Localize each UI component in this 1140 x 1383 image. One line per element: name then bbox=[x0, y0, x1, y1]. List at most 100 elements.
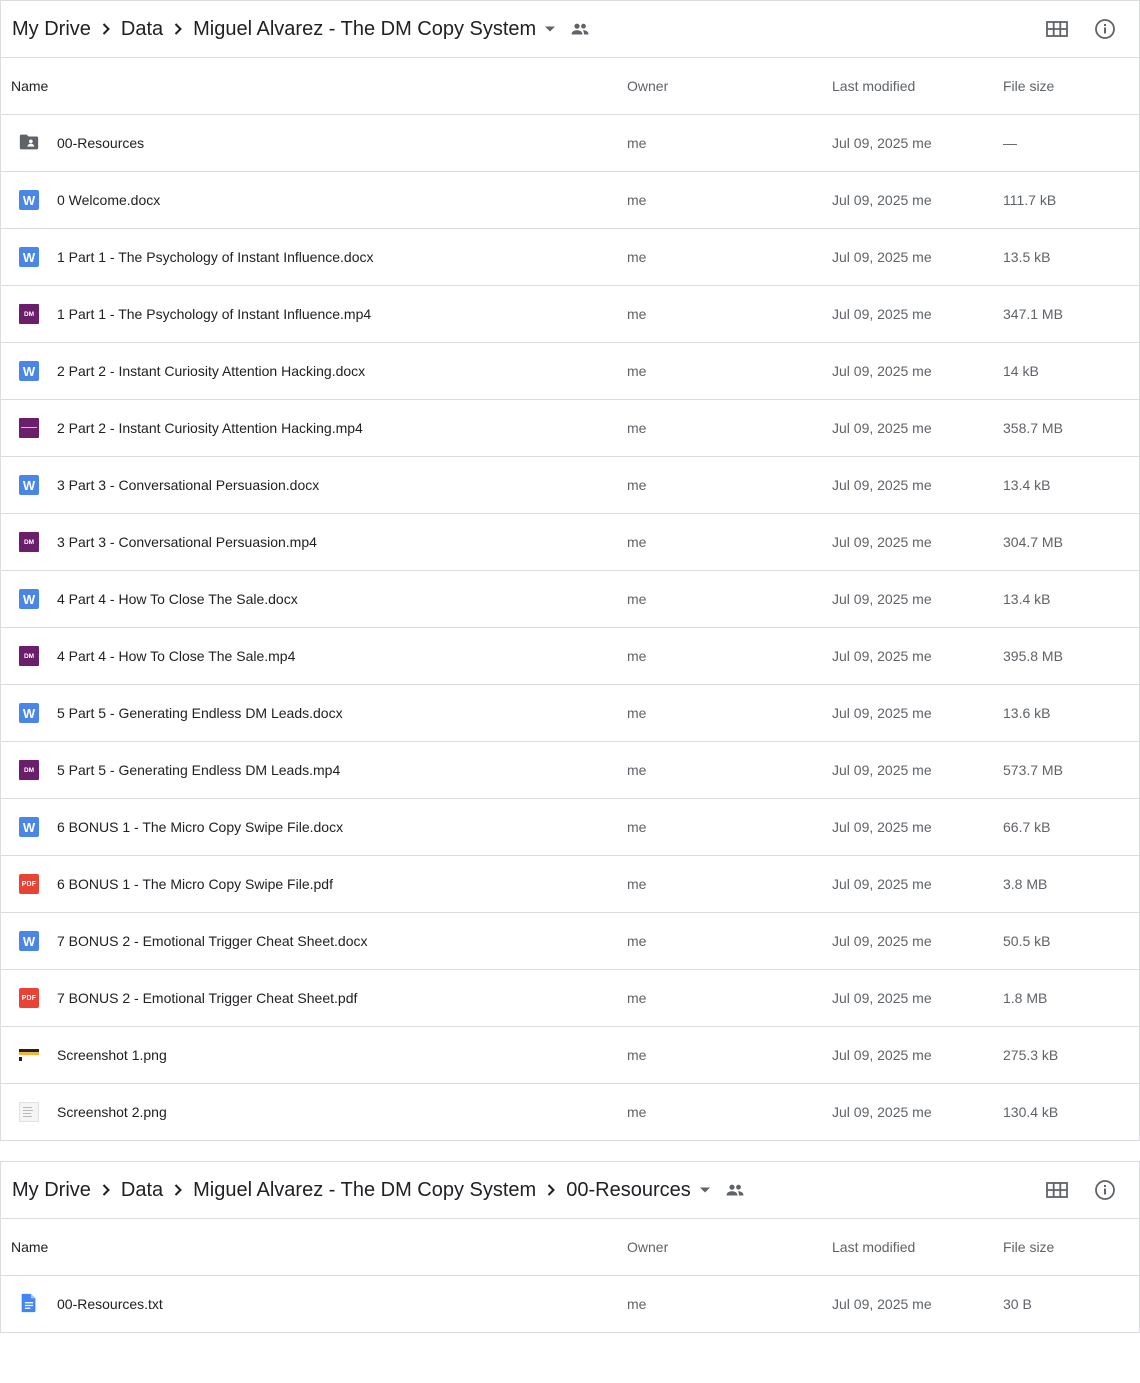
grid-view-icon[interactable] bbox=[1045, 17, 1069, 41]
video-thumbnail-icon: DM bbox=[19, 760, 39, 780]
info-icon[interactable] bbox=[1093, 1178, 1117, 1202]
file-size: 13.4 kB bbox=[1003, 591, 1051, 607]
table-row[interactable]: DM 3 Part 3 - Conversational Persuasion.m… bbox=[1, 514, 1139, 571]
file-size: 66.7 kB bbox=[1003, 819, 1051, 835]
file-name[interactable]: 2 Part 2 - Instant Curiosity Attention H… bbox=[57, 363, 365, 379]
file-name[interactable]: 00-Resources bbox=[57, 135, 144, 151]
video-thumbnail-plain-icon bbox=[19, 418, 39, 438]
table-row[interactable]: PDF 7 BONUS 2 - Emotional Trigger Cheat S… bbox=[1, 970, 1139, 1027]
word-doc-icon: W bbox=[19, 931, 39, 951]
table-row[interactable]: PDF 6 BONUS 1 - The Micro Copy Swipe File… bbox=[1, 856, 1139, 913]
table-row[interactable]: DM 5 Part 5 - Generating Endless DM Leads… bbox=[1, 742, 1139, 799]
file-owner: me bbox=[627, 363, 647, 379]
file-last-modified: Jul 09, 2025 me bbox=[832, 933, 932, 949]
file-size: 13.4 kB bbox=[1003, 477, 1051, 493]
breadcrumb-my-drive[interactable]: My Drive bbox=[12, 1179, 91, 1202]
file-name[interactable]: 3 Part 3 - Conversational Persuasion.doc… bbox=[57, 477, 319, 493]
table-row[interactable]: Screenshot 1.png me Jul 09, 2025 me 275.3 k… bbox=[1, 1027, 1139, 1084]
file-owner: me bbox=[627, 477, 647, 493]
table-row[interactable]: W 3 Part 3 - Conversational Persuasion.do… bbox=[1, 457, 1139, 514]
breadcrumb-data[interactable]: Data bbox=[121, 18, 163, 41]
breadcrumb-course-folder[interactable]: Miguel Alvarez - The DM Copy System bbox=[193, 1179, 536, 1202]
file-name[interactable]: 0 Welcome.docx bbox=[57, 192, 160, 208]
table-row[interactable]: DM 4 Part 4 - How To Close The Sale.mp4 me… bbox=[1, 628, 1139, 685]
file-name[interactable]: 5 Part 5 - Generating Endless DM Leads.d… bbox=[57, 705, 343, 721]
file-list-panel: My Drive Data Miguel Alvarez - The DM Co… bbox=[0, 0, 1140, 1141]
column-header-file-size[interactable]: File size bbox=[1003, 1239, 1054, 1255]
file-list: 00-Resources.txt me Jul 09, 2025 me 30 B bbox=[1, 1276, 1139, 1332]
file-owner: me bbox=[627, 933, 647, 949]
table-row[interactable]: W 6 BONUS 1 - The Micro Copy Swipe File.d… bbox=[1, 799, 1139, 856]
column-header-owner[interactable]: Owner bbox=[627, 1239, 668, 1255]
file-last-modified: Jul 09, 2025 me bbox=[832, 762, 932, 778]
file-size: 347.1 MB bbox=[1003, 306, 1063, 322]
breadcrumb-data[interactable]: Data bbox=[121, 1179, 163, 1202]
file-name[interactable]: 3 Part 3 - Conversational Persuasion.mp4 bbox=[57, 534, 317, 550]
file-last-modified: Jul 09, 2025 me bbox=[832, 705, 932, 721]
file-name[interactable]: 4 Part 4 - How To Close The Sale.docx bbox=[57, 591, 298, 607]
table-row[interactable]: W 7 BONUS 2 - Emotional Trigger Cheat She… bbox=[1, 913, 1139, 970]
chevron-right-icon bbox=[539, 1178, 563, 1202]
word-doc-icon: W bbox=[19, 361, 39, 381]
word-doc-icon: W bbox=[19, 589, 39, 609]
file-name[interactable]: 7 BONUS 2 - Emotional Trigger Cheat Shee… bbox=[57, 933, 367, 949]
table-row[interactable]: W 0 Welcome.docx me Jul 09, 2025 me 111.7 kB bbox=[1, 172, 1139, 229]
shared-people-icon bbox=[723, 1178, 747, 1202]
file-name[interactable]: 1 Part 1 - The Psychology of Instant Inf… bbox=[57, 306, 371, 322]
table-row[interactable]: Screenshot 2.png me Jul 09, 2025 me 130.4 k… bbox=[1, 1084, 1139, 1140]
file-name[interactable]: 00-Resources.txt bbox=[57, 1296, 163, 1312]
chevron-right-icon bbox=[94, 17, 118, 41]
file-size: 50.5 kB bbox=[1003, 933, 1051, 949]
table-row[interactable]: 00-Resources.txt me Jul 09, 2025 me 30 B bbox=[1, 1276, 1139, 1332]
breadcrumb-current-folder[interactable]: 00-Resources bbox=[566, 1179, 691, 1202]
shared-folder-icon bbox=[19, 133, 39, 153]
column-header-file-size[interactable]: File size bbox=[1003, 78, 1054, 94]
word-doc-icon: W bbox=[19, 247, 39, 267]
file-name[interactable]: Screenshot 1.png bbox=[57, 1047, 167, 1063]
file-size: 13.6 kB bbox=[1003, 705, 1051, 721]
file-last-modified: Jul 09, 2025 me bbox=[832, 306, 932, 322]
dropdown-arrow-icon[interactable] bbox=[540, 19, 560, 39]
file-last-modified: Jul 09, 2025 me bbox=[832, 363, 932, 379]
file-owner: me bbox=[627, 819, 647, 835]
column-header-name[interactable]: Name bbox=[11, 78, 48, 94]
grid-view-icon[interactable] bbox=[1045, 1178, 1069, 1202]
file-name[interactable]: 7 BONUS 2 - Emotional Trigger Cheat Shee… bbox=[57, 990, 357, 1006]
file-name[interactable]: 2 Part 2 - Instant Curiosity Attention H… bbox=[57, 420, 363, 436]
video-thumbnail-icon: DM bbox=[19, 304, 39, 324]
table-row[interactable]: 00-Resources me Jul 09, 2025 me — bbox=[1, 115, 1139, 172]
breadcrumb-current-folder[interactable]: Miguel Alvarez - The DM Copy System bbox=[193, 18, 536, 41]
table-row[interactable]: 2 Part 2 - Instant Curiosity Attention H… bbox=[1, 400, 1139, 457]
table-row[interactable]: W 2 Part 2 - Instant Curiosity Attention … bbox=[1, 343, 1139, 400]
file-size: 111.7 kB bbox=[1003, 192, 1057, 208]
video-thumbnail-icon: DM bbox=[19, 646, 39, 666]
image-thumbnail-dark-icon bbox=[19, 1045, 39, 1065]
file-last-modified: Jul 09, 2025 me bbox=[832, 249, 932, 265]
file-owner: me bbox=[627, 1296, 647, 1312]
file-name[interactable]: 6 BONUS 1 - The Micro Copy Swipe File.pd… bbox=[57, 876, 333, 892]
text-doc-icon bbox=[19, 1293, 39, 1314]
info-icon[interactable] bbox=[1093, 17, 1117, 41]
file-name[interactable]: 5 Part 5 - Generating Endless DM Leads.m… bbox=[57, 762, 340, 778]
table-row[interactable]: W 5 Part 5 - Generating Endless DM Leads.… bbox=[1, 685, 1139, 742]
file-owner: me bbox=[627, 135, 647, 151]
file-size: 573.7 MB bbox=[1003, 762, 1063, 778]
column-header-last-modified[interactable]: Last modified bbox=[832, 1239, 915, 1255]
file-name[interactable]: Screenshot 2.png bbox=[57, 1104, 167, 1120]
file-name[interactable]: 4 Part 4 - How To Close The Sale.mp4 bbox=[57, 648, 295, 664]
table-row[interactable]: DM 1 Part 1 - The Psychology of Instant I… bbox=[1, 286, 1139, 343]
dropdown-arrow-icon[interactable] bbox=[695, 1180, 715, 1200]
table-row[interactable]: W 1 Part 1 - The Psychology of Instant In… bbox=[1, 229, 1139, 286]
column-header-name[interactable]: Name bbox=[11, 1239, 48, 1255]
word-doc-icon: W bbox=[19, 703, 39, 723]
breadcrumb-my-drive[interactable]: My Drive bbox=[12, 18, 91, 41]
column-header-last-modified[interactable]: Last modified bbox=[832, 78, 915, 94]
table-row[interactable]: W 4 Part 4 - How To Close The Sale.docx me… bbox=[1, 571, 1139, 628]
word-doc-icon: W bbox=[19, 817, 39, 837]
column-header-owner[interactable]: Owner bbox=[627, 78, 668, 94]
file-name[interactable]: 1 Part 1 - The Psychology of Instant Inf… bbox=[57, 249, 373, 265]
file-name[interactable]: 6 BONUS 1 - The Micro Copy Swipe File.do… bbox=[57, 819, 343, 835]
file-size: 1.8 MB bbox=[1003, 990, 1048, 1006]
file-size: 275.3 kB bbox=[1003, 1047, 1059, 1063]
video-thumbnail-icon: DM bbox=[19, 532, 39, 552]
